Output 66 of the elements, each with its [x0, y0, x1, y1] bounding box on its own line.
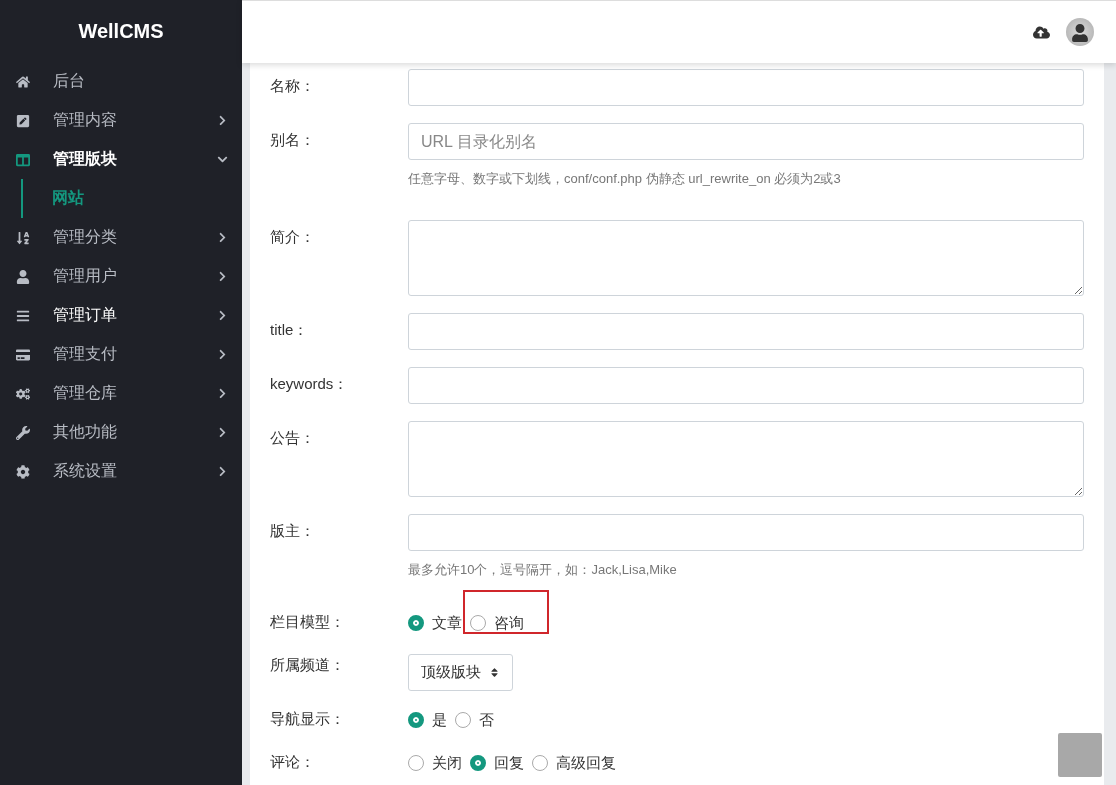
field-label: 栏目模型： — [270, 612, 346, 632]
chevron-right-icon — [217, 466, 228, 477]
field-label: 别名： — [270, 130, 316, 150]
radio-option[interactable]: 回复 — [470, 749, 524, 777]
sidebar-item[interactable]: 管理订单 — [0, 296, 242, 335]
menu-icon — [16, 308, 30, 323]
gears-icon — [16, 386, 30, 401]
field-label: 导航显示： — [270, 709, 346, 729]
chevron-right-icon — [217, 115, 228, 126]
radio-option[interactable]: 咨询 — [470, 609, 524, 637]
input-field[interactable] — [408, 367, 1084, 404]
sidebar-item[interactable]: 管理内容 — [0, 101, 242, 140]
chevron-right-icon — [217, 271, 228, 282]
submenu-item[interactable]: 网站 — [23, 179, 242, 218]
wrench-icon — [16, 425, 30, 440]
chevron-right-icon — [217, 388, 228, 399]
radio-button[interactable] — [470, 615, 486, 631]
sidebar-item[interactable]: 管理仓库 — [0, 374, 242, 413]
chevron-right-icon — [217, 349, 228, 360]
user-icon — [16, 269, 30, 284]
sidebar-item[interactable]: 管理版块 — [0, 140, 242, 179]
radio-button[interactable] — [455, 712, 471, 728]
settings-icon — [16, 464, 30, 479]
help-text: 最多允许10个，逗号隔开，如：Jack,Lisa,Mike — [408, 561, 678, 579]
field-label: 版主： — [270, 521, 316, 541]
select-field[interactable]: 顶级版块 — [408, 654, 513, 691]
help-text: 任意字母、数字或下划线，conf/conf.php 伪静态 url_rewrite_on 必须为2或3 — [408, 170, 842, 188]
avatar[interactable] — [1066, 18, 1094, 46]
input-field[interactable] — [408, 69, 1084, 106]
chevron-right-icon — [217, 427, 228, 438]
credit-card-icon — [16, 347, 30, 362]
input-field[interactable] — [408, 313, 1084, 350]
radio-option[interactable]: 高级回复 — [532, 749, 616, 777]
field-label: 名称： — [270, 76, 316, 96]
radio-button[interactable] — [408, 755, 424, 771]
field-label: 公告： — [270, 428, 316, 448]
radio-option[interactable]: 否 — [455, 706, 494, 734]
chevron-right-icon — [217, 232, 228, 243]
sort-caret-icon — [489, 667, 500, 678]
radio-button[interactable] — [470, 755, 486, 771]
sidebar-item[interactable]: 后台 — [0, 62, 242, 101]
sort-alpha-icon — [16, 230, 30, 245]
field-label: 简介： — [270, 227, 316, 247]
brand-logo: WellCMS — [77, 18, 165, 44]
chevron-right-icon — [217, 310, 228, 321]
sidebar-item[interactable]: 管理支付 — [0, 335, 242, 374]
radio-option[interactable]: 是 — [408, 706, 447, 734]
radio-button[interactable] — [408, 615, 424, 631]
sidebar-item[interactable]: 管理分类 — [0, 218, 242, 257]
home-icon — [16, 74, 30, 89]
input-field[interactable] — [408, 514, 1084, 551]
input-field[interactable] — [408, 421, 1084, 497]
columns-icon — [16, 152, 30, 167]
field-label: keywords： — [270, 374, 350, 394]
radio-button[interactable] — [408, 712, 424, 728]
input-field[interactable]: URL 目录化别名 — [408, 123, 1084, 160]
radio-option[interactable]: 关闭 — [408, 749, 462, 777]
field-label: 所属频道： — [270, 655, 346, 675]
sidebar-item[interactable]: 管理用户 — [0, 257, 242, 296]
input-field[interactable] — [408, 220, 1084, 296]
field-label: 评论： — [270, 752, 316, 772]
radio-option[interactable]: 文章 — [408, 609, 462, 637]
sidebar-item[interactable]: 系统设置 — [0, 452, 242, 491]
radio-button[interactable] — [532, 755, 548, 771]
field-label: title： — [270, 320, 310, 340]
sidebar-item[interactable]: 其他功能 — [0, 413, 242, 452]
